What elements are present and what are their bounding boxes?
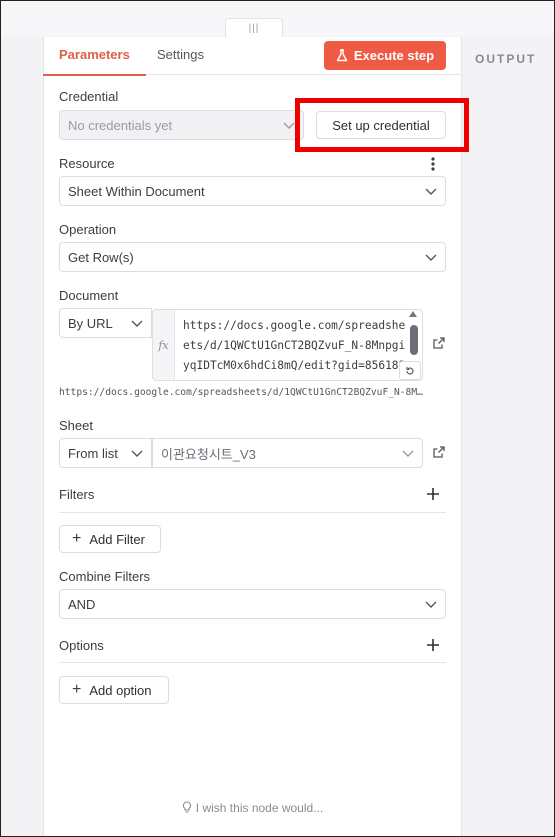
document-mode-value: By URL [68, 315, 113, 331]
sheet-label: Sheet [59, 418, 93, 433]
sheet-mode-value: From list [68, 445, 118, 461]
add-option-plus-icon[interactable] [426, 638, 440, 652]
operation-value: Get Row(s) [68, 249, 134, 265]
operation-label: Operation [59, 222, 117, 237]
plus-icon: + [72, 530, 82, 547]
document-url-preview: https://docs.google.com/spreadsheets/d/1… [59, 387, 423, 398]
open-external-icon[interactable] [432, 336, 446, 350]
chevron-down-icon [425, 599, 437, 609]
document-url-input[interactable]: fx https://docs.google.com/spreadsheets/… [152, 309, 423, 381]
chevron-down-icon [402, 448, 414, 458]
add-filter-label: Add Filter [89, 531, 145, 547]
scrollbar-thumb[interactable] [410, 325, 418, 355]
document-url-text: https://docs.google.com/spreadsheets/d/1… [183, 319, 406, 380]
feedback-link[interactable]: I wish this node would... [43, 801, 462, 815]
expand-icon [406, 366, 414, 375]
execute-step-button[interactable]: Execute step [324, 41, 446, 70]
tab-parameters[interactable]: Parameters [43, 47, 146, 76]
combine-filters-value: AND [68, 596, 96, 612]
execute-step-label: Execute step [353, 48, 435, 63]
open-external-icon[interactable] [432, 445, 446, 459]
sheet-mode-select[interactable]: From list [59, 438, 152, 468]
filters-divider [59, 512, 446, 513]
scroll-up-arrow[interactable] [409, 311, 417, 317]
chevron-down-icon [425, 186, 437, 196]
plus-icon: + [72, 681, 82, 698]
add-filter-button[interactable]: + Add Filter [59, 525, 161, 553]
add-option-button[interactable]: + Add option [59, 676, 169, 704]
sheet-select[interactable]: 이관요청시트_V3 [152, 438, 423, 468]
filters-label: Filters [59, 487, 95, 502]
sheet-value: 이관요청시트_V3 [161, 446, 256, 462]
expression-fx-icon: fx [153, 310, 175, 380]
feedback-text: I wish this node would... [195, 801, 324, 815]
chevron-down-icon [425, 252, 437, 262]
drag-handle[interactable]: ||| [225, 18, 283, 38]
highlight-box [295, 98, 469, 152]
chevron-down-icon [283, 120, 295, 130]
output-label: OUTPUT [475, 52, 537, 66]
lightbulb-icon [182, 801, 191, 813]
document-label: Document [59, 288, 119, 303]
chevron-down-icon [131, 448, 143, 458]
resource-value: Sheet Within Document [68, 183, 205, 199]
credential-select[interactable]: No credentials yet [59, 110, 304, 140]
credential-label: Credential [59, 89, 119, 104]
combine-filters-label: Combine Filters [59, 569, 151, 584]
options-divider [59, 662, 446, 663]
more-options-icon[interactable] [428, 156, 438, 172]
expand-editor-button[interactable] [399, 361, 421, 380]
resource-label: Resource [59, 156, 115, 171]
combine-filters-select[interactable]: AND [59, 589, 446, 619]
credential-value: No credentials yet [68, 117, 173, 133]
chevron-down-icon [131, 318, 143, 328]
tab-settings[interactable]: Settings [157, 47, 204, 62]
add-filter-plus-icon[interactable] [426, 487, 440, 501]
flask-icon [336, 49, 348, 62]
add-option-label: Add option [89, 682, 152, 698]
operation-select[interactable]: Get Row(s) [59, 242, 446, 272]
resource-select[interactable]: Sheet Within Document [59, 176, 446, 206]
options-label: Options [59, 638, 104, 653]
document-mode-select[interactable]: By URL [59, 308, 152, 338]
output-column [463, 37, 555, 837]
